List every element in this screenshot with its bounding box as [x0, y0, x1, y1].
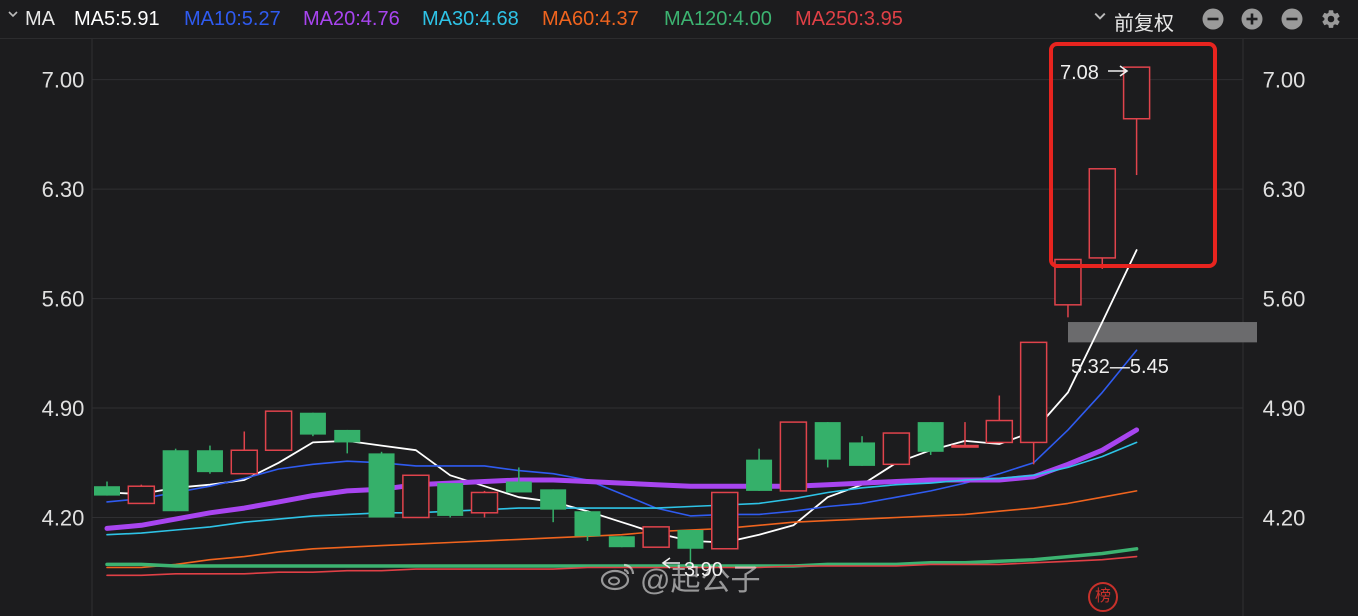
- candle: [230, 431, 259, 475]
- candle: [882, 432, 911, 466]
- candle: [368, 451, 395, 518]
- ma60-label: MA60:4.37: [542, 8, 639, 30]
- y-tick-label-left: 4.20: [42, 505, 85, 530]
- candle: [779, 421, 808, 492]
- candle: [402, 474, 430, 519]
- candle-body-up: [402, 474, 430, 519]
- candle-body-up: [1088, 168, 1117, 259]
- candle: [127, 484, 156, 505]
- chart-annotations: 7.08 5.32—5.45 3.90: [661, 42, 1217, 581]
- candle-body-down: [677, 529, 704, 549]
- high-price-label: 7.08: [1060, 62, 1099, 84]
- plus-circle-icon[interactable]: [1241, 8, 1263, 30]
- candle: [264, 410, 293, 451]
- candle: [1088, 168, 1117, 269]
- candle-body-up: [779, 421, 808, 492]
- minus-circle-icon[interactable]: [1281, 8, 1303, 30]
- y-tick-label-right: 4.90: [1263, 396, 1306, 421]
- indicator-toolbar: MA MA5:5.91 MA10:5.27 MA20:4.76 MA30:4.6…: [0, 0, 1358, 39]
- candle-body-up: [230, 449, 259, 475]
- ma250-label: MA250:3.95: [795, 8, 903, 30]
- candle: [814, 422, 841, 468]
- candle-body-up: [264, 410, 293, 451]
- candle-body-up: [711, 491, 739, 550]
- candle: [94, 481, 120, 496]
- watermark-text: @起公子: [640, 564, 761, 597]
- candlesticks: [94, 66, 1151, 565]
- candle-body-down: [162, 450, 189, 512]
- candle-body-down: [334, 429, 361, 443]
- candle: [299, 412, 326, 437]
- ma30-label: MA30:4.68: [422, 8, 519, 30]
- chevron-down-icon: [1094, 12, 1106, 20]
- weibo-logo-icon: [600, 563, 635, 591]
- candle-body-up: [1019, 341, 1048, 444]
- candle-body-up: [470, 491, 499, 514]
- candle: [470, 490, 499, 518]
- y-tick-label-left: 4.90: [42, 396, 85, 421]
- candle: [162, 448, 189, 512]
- candle: [334, 429, 361, 454]
- price-adjust-label: 前复权: [1114, 13, 1174, 35]
- candle-body-down: [437, 483, 464, 516]
- ranking-badge[interactable]: 榜: [1088, 582, 1118, 612]
- candle: [608, 536, 635, 548]
- ma5-label: MA5:5.91: [74, 8, 160, 30]
- candle-body-up: [642, 526, 670, 548]
- candle: [985, 395, 1014, 444]
- candle: [1054, 258, 1082, 318]
- chevron-down-icon[interactable]: [8, 9, 18, 19]
- minus-circle-icon[interactable]: [1202, 8, 1224, 30]
- candle-body-down: [746, 459, 773, 491]
- candle-body-down: [368, 453, 395, 518]
- ma120-label: MA120:4.00: [664, 8, 772, 30]
- candle: [196, 445, 223, 474]
- candle-body-up: [985, 419, 1014, 444]
- candle-body-down: [574, 511, 601, 537]
- candle-body-down: [505, 481, 532, 493]
- candlestick-chart[interactable]: 7.00 7.00 6.30 6.30 5.60 5.60 4.90 4.90 4.20 4.20…: [0, 39, 1358, 616]
- y-tick-label-right: 6.30: [1263, 177, 1306, 202]
- ma5-line: [106, 249, 1138, 544]
- candle: [746, 448, 773, 491]
- y-tick-label-left: 7.00: [42, 68, 85, 93]
- ma20-label: MA20:4.76: [303, 8, 400, 30]
- y-tick-label-right: 7.00: [1263, 68, 1306, 93]
- candle-body-up: [882, 432, 911, 466]
- candle: [849, 436, 876, 466]
- candle: [1122, 66, 1151, 176]
- ma30-line: [106, 441, 1138, 536]
- y-tick-label-right: 4.20: [1263, 505, 1306, 530]
- ma10-label: MA10:5.27: [184, 8, 281, 30]
- y-tick-label-left: 5.60: [42, 287, 85, 312]
- candle-body-down: [608, 536, 635, 548]
- y-tick-label-left: 6.30: [42, 177, 85, 202]
- gap-price-label: 5.32—5.45: [1071, 356, 1169, 378]
- y-tick-label-right: 5.60: [1263, 287, 1306, 312]
- candle: [1019, 341, 1048, 465]
- candle-body-down: [540, 489, 567, 510]
- candle-body-up: [1122, 66, 1151, 120]
- ma60-line: [106, 490, 1138, 569]
- candle: [437, 483, 464, 518]
- gear-icon[interactable]: [1320, 8, 1342, 30]
- chart-canvas[interactable]: 7.00 7.00 6.30 6.30 5.60 5.60 4.90 4.90 4.20 4.20…: [0, 39, 1358, 616]
- indicator-title[interactable]: MA: [25, 8, 55, 31]
- candle-body-down: [849, 442, 876, 466]
- candle: [642, 526, 670, 548]
- candle-body-down: [94, 486, 120, 496]
- candle-body-up: [127, 485, 156, 505]
- candle-body-down: [196, 450, 223, 473]
- candle-body-down: [917, 422, 944, 452]
- candle: [711, 491, 739, 550]
- candle-body-up: [951, 444, 979, 448]
- ma10-line: [106, 349, 1138, 517]
- candle-body-down: [299, 412, 326, 435]
- candle: [917, 422, 944, 455]
- candle-body-down: [814, 422, 841, 460]
